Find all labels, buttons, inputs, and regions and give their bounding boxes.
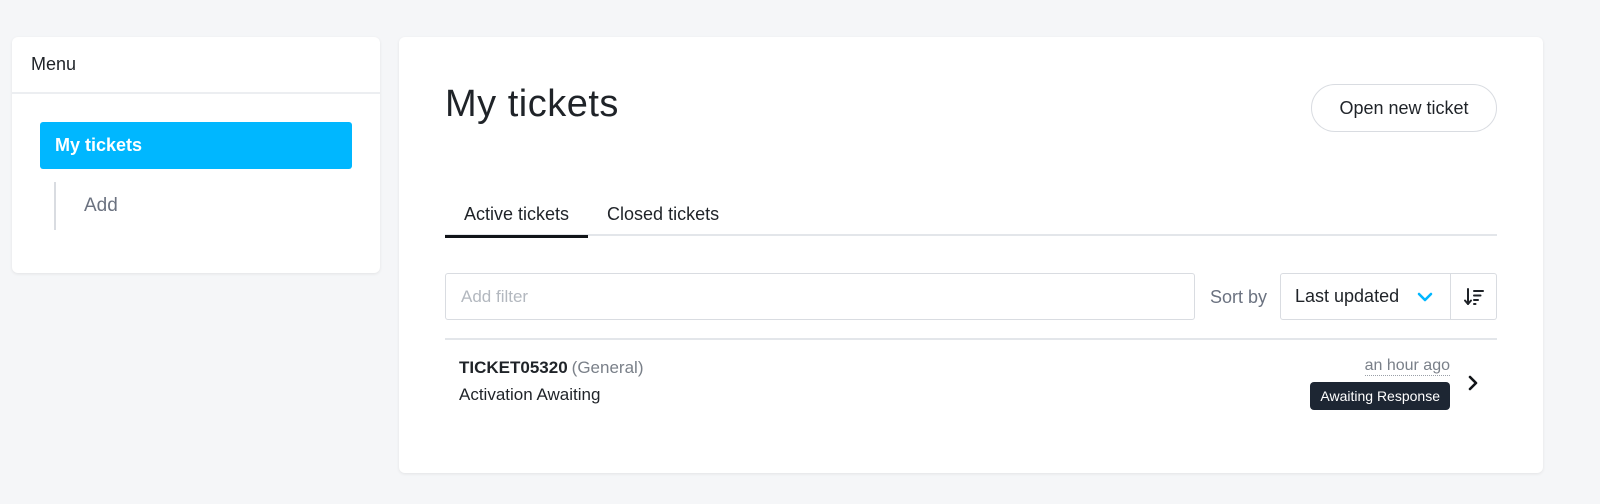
tab-label: Active tickets bbox=[464, 204, 570, 224]
filter-input[interactable] bbox=[445, 273, 1195, 320]
chevron-down-icon bbox=[1417, 292, 1433, 302]
ticket-row[interactable]: TICKET05320 (General) Activation Awaiting… bbox=[445, 340, 1497, 428]
sort-descending-icon bbox=[1463, 287, 1484, 305]
ticket-subject: Activation Awaiting bbox=[459, 385, 601, 404]
ticket-tabs: Active tickets Closed tickets bbox=[445, 204, 1497, 238]
sidebar-item-add[interactable]: Add bbox=[54, 182, 344, 230]
tab-closed-tickets[interactable]: Closed tickets bbox=[588, 204, 738, 236]
ticket-category: (General) bbox=[571, 358, 644, 377]
page: Menu My tickets Add My tickets Open new … bbox=[0, 0, 1600, 504]
sidebar-item-label: My tickets bbox=[55, 135, 143, 155]
tab-label: Closed tickets bbox=[607, 204, 720, 224]
open-new-ticket-button[interactable]: Open new ticket bbox=[1311, 84, 1497, 132]
page-title: My tickets bbox=[445, 83, 619, 125]
sidebar-menu: Menu My tickets Add bbox=[12, 37, 380, 273]
sort-direction-button[interactable] bbox=[1451, 273, 1497, 320]
tab-active-tickets[interactable]: Active tickets bbox=[445, 204, 589, 238]
ticket-id-line: TICKET05320 (General) bbox=[459, 358, 643, 378]
ticket-updated-time: an hour ago bbox=[1364, 357, 1450, 376]
ticket-id: TICKET05320 bbox=[459, 358, 568, 377]
chevron-right-icon bbox=[1468, 375, 1478, 391]
sidebar-item-label: Add bbox=[84, 195, 118, 216]
sort-label: Sort by bbox=[1210, 287, 1268, 307]
sort-select[interactable]: Last updated bbox=[1280, 273, 1451, 320]
status-badge: Awaiting Response bbox=[1310, 382, 1450, 410]
sidebar-title: Menu bbox=[12, 37, 380, 94]
tickets-panel: My tickets Open new ticket Active ticket… bbox=[399, 37, 1543, 473]
sidebar-item-my-tickets[interactable]: My tickets bbox=[40, 122, 352, 169]
sort-selected-value: Last updated bbox=[1295, 286, 1400, 306]
